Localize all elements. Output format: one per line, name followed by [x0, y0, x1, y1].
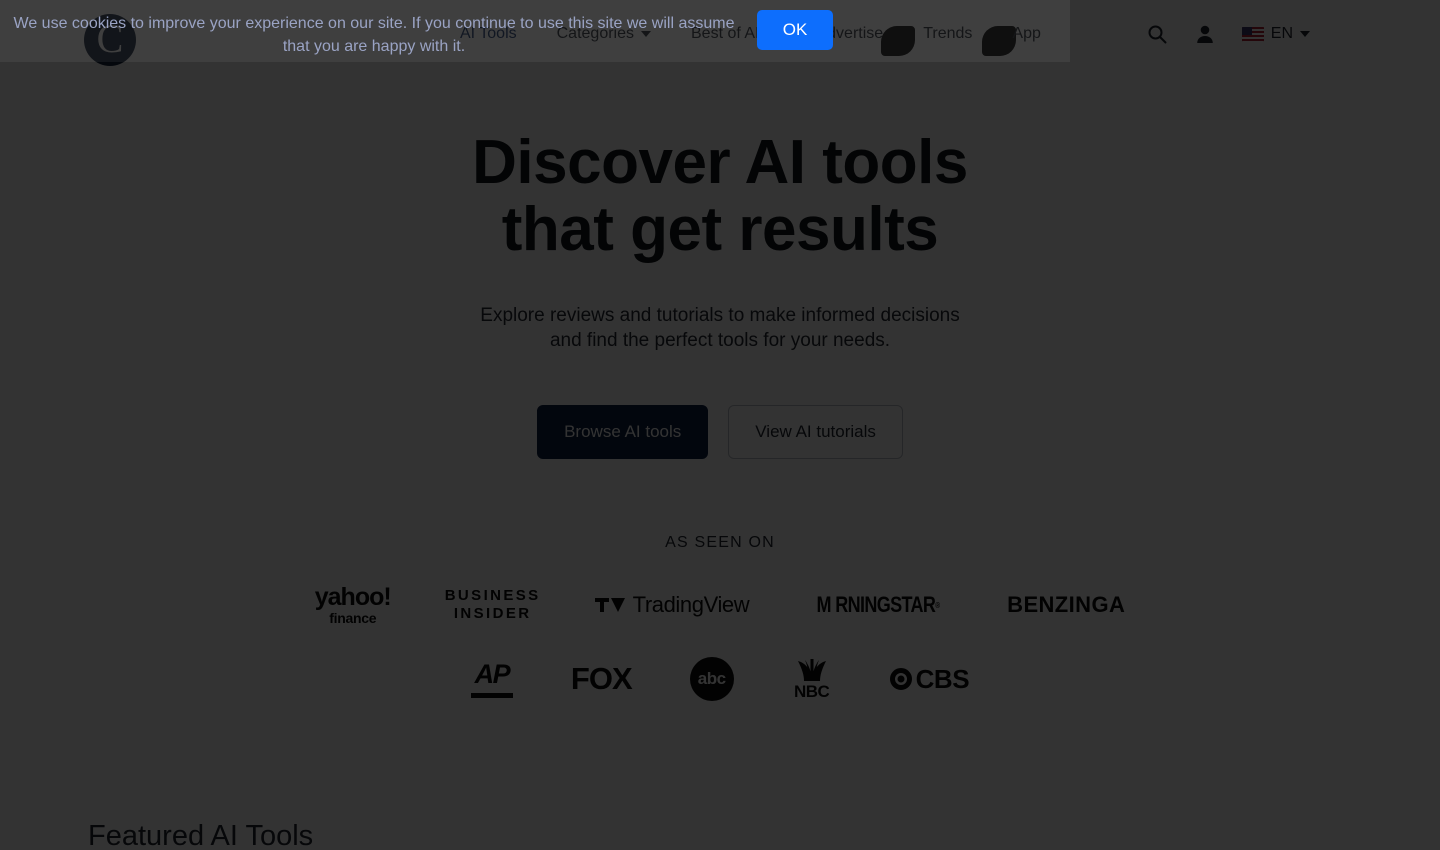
page-root: C AI Tools Categories Best of AI Adverti…: [0, 0, 1440, 850]
cookie-consent-banner: We use cookies to improve your experienc…: [0, 0, 1070, 62]
modal-dim-overlay[interactable]: [0, 0, 1440, 850]
cookie-accept-button[interactable]: OK: [757, 10, 833, 50]
cookie-consent-message: We use cookies to improve your experienc…: [13, 15, 735, 56]
